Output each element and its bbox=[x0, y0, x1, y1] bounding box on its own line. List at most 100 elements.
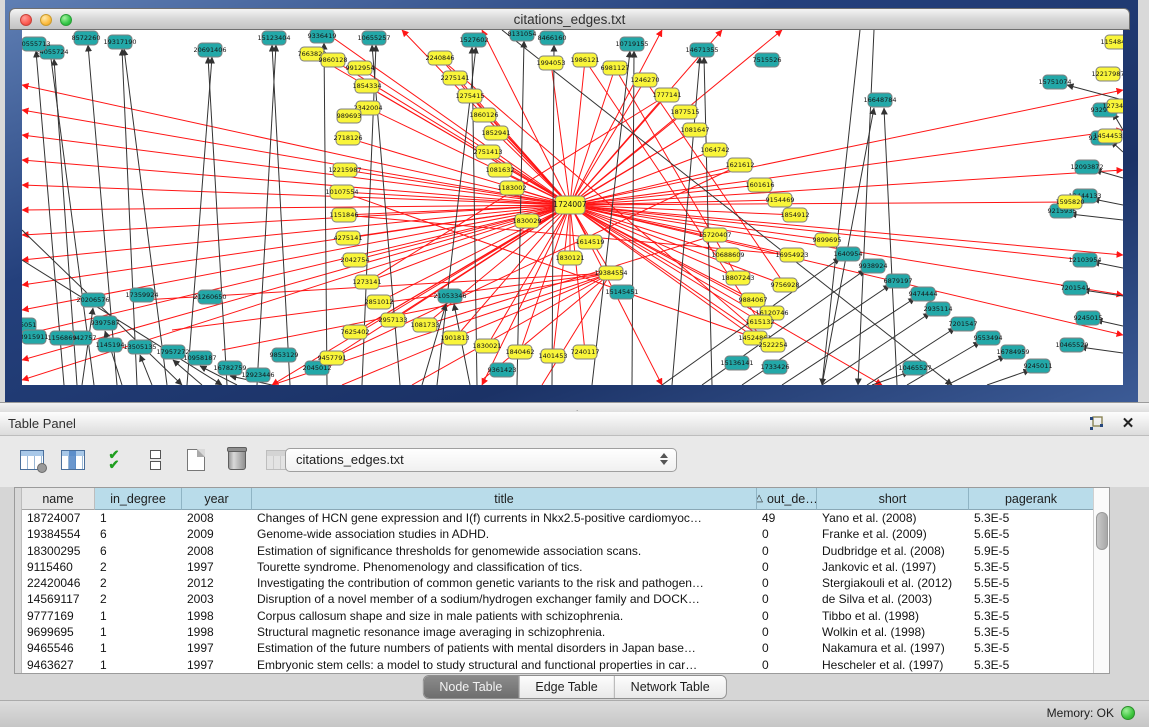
graph-node[interactable]: 6981127 bbox=[601, 61, 630, 75]
cell-title[interactable]: Disruption of a novel member of a sodium… bbox=[252, 591, 757, 607]
column-header-pagerank[interactable]: pagerank bbox=[969, 488, 1094, 510]
graph-node[interactable]: 2935114 bbox=[924, 302, 953, 316]
graph-node[interactable]: 2522254 bbox=[759, 338, 788, 352]
graph-node[interactable]: 1830029 bbox=[513, 214, 542, 228]
graph-node[interactable]: 12093872 bbox=[1070, 160, 1103, 174]
cell-pagerank[interactable]: 5.3E-5 bbox=[969, 640, 1094, 656]
graph-node[interactable]: 12215987 bbox=[328, 163, 361, 177]
cell-pagerank[interactable]: 5.9E-5 bbox=[969, 543, 1094, 559]
graph-node[interactable]: 7240117 bbox=[571, 345, 600, 359]
graph-node[interactable]: 16648784 bbox=[863, 93, 896, 107]
cell-in_degree[interactable]: 1 bbox=[95, 624, 182, 640]
cell-pagerank[interactable]: 5.3E-5 bbox=[969, 510, 1094, 526]
graph-edge[interactable] bbox=[342, 192, 570, 205]
graph-node[interactable]: 21053346 bbox=[433, 289, 466, 303]
graph-node[interactable]: 1830121 bbox=[556, 251, 585, 265]
graph-node[interactable]: 1854912 bbox=[781, 208, 810, 222]
cell-title[interactable]: Investigating the contribution of common… bbox=[252, 575, 757, 591]
tab-network-table[interactable]: Network Table bbox=[615, 676, 726, 698]
graph-node[interactable]: 1615132 bbox=[746, 315, 775, 329]
table-row[interactable]: 1456911722003Disruption of a novel membe… bbox=[22, 591, 1094, 607]
graph-node[interactable]: 2718126 bbox=[334, 131, 363, 145]
graph-node[interactable]: 16784959 bbox=[996, 345, 1029, 359]
graph-edge[interactable] bbox=[884, 108, 897, 385]
graph-node[interactable]: 2851012 bbox=[365, 295, 394, 309]
graph-node[interactable]: 1621612 bbox=[726, 158, 755, 172]
graph-node[interactable]: 6879197 bbox=[884, 274, 913, 288]
cell-in_degree[interactable]: 6 bbox=[95, 526, 182, 542]
graph-node[interactable]: 1860126 bbox=[470, 108, 499, 122]
cell-name[interactable]: 9699695 bbox=[22, 624, 95, 640]
graph-node[interactable]: 1156869 bbox=[48, 331, 77, 345]
memory-status-indicator[interactable] bbox=[1121, 706, 1135, 720]
graph-node[interactable]: 1777141 bbox=[653, 88, 682, 102]
graph-edge[interactable] bbox=[704, 57, 712, 385]
table-row[interactable]: 977716911998Corpus callosum shape and si… bbox=[22, 608, 1094, 624]
graph-node[interactable]: 3915911 bbox=[22, 330, 48, 344]
graph-node[interactable]: 2275141 bbox=[441, 71, 470, 85]
graph-node[interactable]: 9884067 bbox=[739, 293, 768, 307]
cell-out_degree[interactable]: 49 bbox=[757, 510, 817, 526]
graph-node[interactable]: 8131054 bbox=[508, 30, 537, 41]
graph-node[interactable]: 9756928 bbox=[771, 278, 800, 292]
cell-title[interactable]: Structural magnetic resonance image aver… bbox=[252, 624, 757, 640]
graph-node[interactable]: 12217987 bbox=[1091, 67, 1123, 81]
tab-edge-table[interactable]: Edge Table bbox=[519, 676, 614, 698]
graph-edge[interactable] bbox=[858, 30, 874, 385]
graph-node[interactable]: 21260650 bbox=[193, 290, 226, 304]
cell-title[interactable]: Corpus callosum shape and size in male p… bbox=[252, 608, 757, 624]
column-edit-icon[interactable] bbox=[59, 446, 87, 474]
table-row[interactable]: 1938455462009Genome-wide association stu… bbox=[22, 526, 1094, 542]
column-header-year[interactable]: year bbox=[182, 488, 252, 510]
cell-name[interactable]: 14569117 bbox=[22, 591, 95, 607]
cell-pagerank[interactable]: 5.3E-5 bbox=[969, 608, 1094, 624]
graph-node[interactable]: 1901813 bbox=[441, 331, 470, 345]
graph-node[interactable]: 1595820 bbox=[1056, 195, 1085, 209]
graph-edge[interactable] bbox=[570, 205, 1123, 335]
graph-node[interactable]: 1614519 bbox=[576, 235, 605, 249]
graph-node[interactable]: 9154469 bbox=[766, 193, 795, 207]
graph-node[interactable]: 1145194 bbox=[96, 338, 125, 352]
graph-node[interactable]: 14671355 bbox=[685, 43, 718, 57]
graph-edge[interactable] bbox=[947, 356, 1005, 385]
graph-edge[interactable] bbox=[187, 57, 212, 385]
table-row[interactable]: 911546021997Tourette syndrome. Phenomeno… bbox=[22, 559, 1094, 575]
graph-edge[interactable] bbox=[272, 45, 290, 385]
graph-node[interactable]: 1273141 bbox=[353, 275, 382, 289]
graph-node[interactable]: 1064742 bbox=[701, 143, 730, 157]
cell-year[interactable]: 1998 bbox=[182, 608, 252, 624]
graph-node[interactable]: 9245011 bbox=[1024, 359, 1053, 373]
graph-node[interactable]: 9397587 bbox=[91, 316, 120, 330]
cell-name[interactable]: 18300295 bbox=[22, 543, 95, 559]
graph-node[interactable]: 10107554 bbox=[325, 185, 358, 199]
cell-title[interactable]: Estimation of significance thresholds fo… bbox=[252, 543, 757, 559]
scrollbar-thumb[interactable] bbox=[1096, 512, 1108, 550]
graph-node[interactable]: 9853129 bbox=[270, 348, 299, 362]
cell-in_degree[interactable]: 1 bbox=[95, 657, 182, 673]
cell-name[interactable]: 9463627 bbox=[22, 657, 95, 673]
graph-node[interactable]: 1601616 bbox=[746, 178, 775, 192]
graph-edge[interactable] bbox=[822, 30, 860, 385]
graph-node[interactable]: 1151846 bbox=[330, 208, 359, 222]
graph-node[interactable]: 7625402 bbox=[341, 325, 370, 339]
cell-year[interactable]: 2003 bbox=[182, 591, 252, 607]
graph-node[interactable]: 1527602 bbox=[460, 33, 489, 47]
graph-edge[interactable] bbox=[1067, 85, 1123, 100]
select-all-rows-icon[interactable]: ✔✔ bbox=[100, 446, 128, 474]
graph-node[interactable]: 1275415 bbox=[456, 89, 485, 103]
row-height-icon[interactable] bbox=[141, 446, 169, 474]
cell-name[interactable]: 19384554 bbox=[22, 526, 95, 542]
graph-node[interactable]: 15720407 bbox=[698, 228, 731, 242]
column-header-out_degree[interactable]: △out_de… bbox=[757, 488, 817, 510]
graph-node[interactable]: 2751413 bbox=[474, 145, 503, 159]
delete-table-icon[interactable] bbox=[223, 446, 251, 474]
graph-node[interactable]: 2042754 bbox=[341, 253, 370, 267]
graph-node[interactable]: 20206576 bbox=[76, 293, 109, 307]
cell-out_degree[interactable]: 0 bbox=[757, 526, 817, 542]
graph-node[interactable]: 1401453 bbox=[539, 349, 568, 363]
table-row[interactable]: 969969511998Structural magnetic resonanc… bbox=[22, 624, 1094, 640]
new-table-icon[interactable] bbox=[182, 446, 210, 474]
cell-short[interactable]: Dudbridge et al. (2008) bbox=[817, 543, 969, 559]
cell-year[interactable]: 2012 bbox=[182, 575, 252, 591]
graph-node[interactable]: 1994053 bbox=[537, 56, 566, 70]
